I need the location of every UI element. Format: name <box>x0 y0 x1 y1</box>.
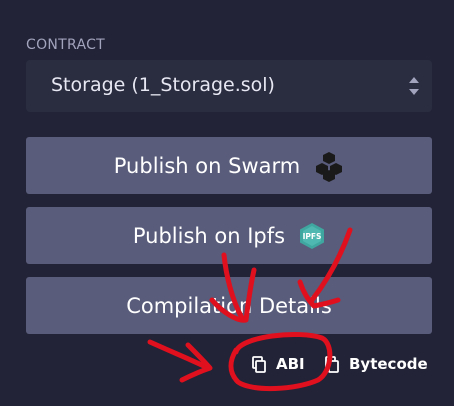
annotation-arrow-bottom <box>147 339 211 371</box>
publish-swarm-label: Publish on Swarm <box>113 153 301 178</box>
abi-label: ABI <box>276 355 305 373</box>
select-arrows-icon <box>409 77 419 95</box>
compiler-panel: CONTRACT Storage (1_Storage.sol) Publish… <box>0 0 454 406</box>
contract-section-label: CONTRACT <box>26 37 106 53</box>
ipfs-badge-text: IPFS <box>303 232 322 241</box>
annotation-arrowhead-bottom <box>179 342 213 383</box>
copy-icon <box>325 355 339 373</box>
compilation-details-button[interactable]: Compilation Details <box>26 277 432 334</box>
compilation-details-label: Compilation Details <box>126 293 332 318</box>
bytecode-label: Bytecode <box>349 355 428 373</box>
contract-select-value: Storage (1_Storage.sol) <box>51 74 275 96</box>
publish-ipfs-button[interactable]: Publish on Ipfs IPFS <box>26 207 432 264</box>
publish-ipfs-label: Publish on Ipfs <box>132 223 286 248</box>
swarm-cubes-icon <box>316 151 343 182</box>
copy-icon <box>252 355 266 373</box>
contract-select[interactable]: Storage (1_Storage.sol) <box>26 60 432 112</box>
publish-swarm-button[interactable]: Publish on Swarm <box>26 137 432 194</box>
ipfs-hexagon-icon: IPFS <box>300 222 325 249</box>
copy-bytecode-link[interactable]: Bytecode <box>325 351 428 377</box>
copy-abi-link[interactable]: ABI <box>252 351 305 377</box>
